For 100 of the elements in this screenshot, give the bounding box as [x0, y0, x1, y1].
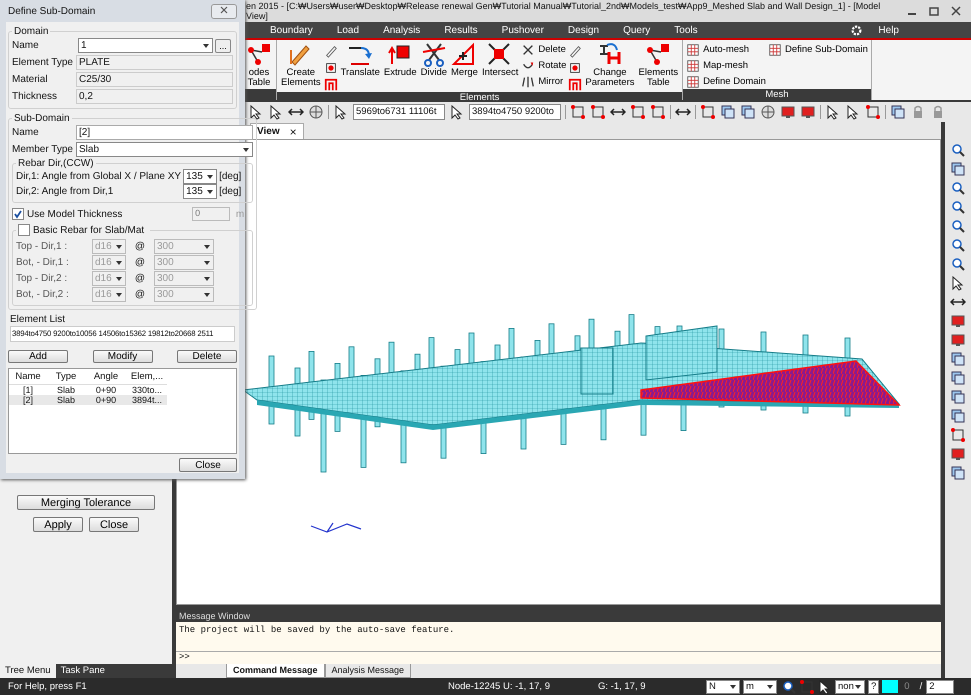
maximize-icon[interactable]	[929, 6, 939, 16]
cursor-arrow-icon[interactable]	[333, 104, 349, 120]
ribbon-button[interactable]: Divide	[420, 42, 448, 78]
frame-icon[interactable]	[568, 78, 582, 92]
checkbox[interactable]	[12, 208, 24, 220]
stacked-boxes-icon[interactable]	[950, 351, 966, 367]
cursor-arrow-icon[interactable]	[248, 104, 264, 120]
frame-nodes-icon[interactable]	[950, 427, 966, 443]
checkbox-label[interactable]: Use Model Thickness	[27, 208, 122, 220]
filter-dropdown[interactable]: non	[835, 680, 865, 694]
message-tab[interactable]: Analysis Message	[324, 664, 412, 678]
ribbon-button[interactable]: Merge	[450, 42, 479, 78]
stacked-boxes-icon[interactable]	[950, 370, 966, 386]
apply-button[interactable]: Apply	[33, 517, 83, 532]
ribbon-button[interactable]: Define Sub-Domain	[768, 42, 868, 57]
pen-icon[interactable]	[568, 44, 582, 58]
globe-icon[interactable]	[308, 104, 324, 120]
ribbon-button[interactable]: Map-mesh	[686, 58, 766, 73]
help-button[interactable]: ?	[868, 680, 880, 694]
menu-item[interactable]: Query	[611, 24, 662, 36]
screen-icon[interactable]	[950, 446, 966, 462]
view-tab[interactable]: View ×	[250, 123, 304, 139]
ribbon-button[interactable]: Change Parameters	[584, 42, 636, 89]
checkbox[interactable]	[18, 224, 30, 236]
stacked-boxes-icon[interactable]	[720, 104, 736, 120]
message-tab[interactable]: Command Message	[226, 664, 325, 678]
close-button[interactable]: Close	[89, 517, 139, 532]
angle-dropdown[interactable]: 135	[183, 184, 218, 199]
menu-item[interactable]: Tools	[662, 24, 710, 36]
ribbon-button[interactable]: Translate	[340, 42, 381, 78]
ribbon-button[interactable]: odes Table	[245, 42, 273, 89]
checkbox-label[interactable]: Basic Rebar for Slab/Mat	[33, 224, 144, 236]
frame-nodes-icon[interactable]	[590, 104, 606, 120]
square-nodes-icon[interactable]	[568, 61, 582, 75]
table-row[interactable]: [2] Slab 0+90 3894t...	[9, 395, 167, 405]
zoom-icon[interactable]	[950, 142, 966, 158]
square-nodes-icon[interactable]	[324, 61, 338, 75]
frame-icon[interactable]	[324, 78, 338, 92]
table-row[interactable]: [1] Slab 0+90 330to...	[9, 385, 167, 395]
globe-icon[interactable]	[760, 104, 776, 120]
color-swatch[interactable]	[882, 680, 898, 693]
frame-nodes-icon[interactable]	[799, 678, 815, 694]
force-unit-dropdown[interactable]: N	[706, 680, 740, 694]
browse-button[interactable]: ...	[215, 38, 231, 52]
cursor-arrow-icon[interactable]	[825, 104, 841, 120]
cursor-arrow-icon[interactable]	[268, 104, 284, 120]
frame-nodes-icon[interactable]	[865, 104, 881, 120]
page-total-field[interactable]: 2	[926, 680, 954, 694]
domain-dropdown[interactable]: 1	[78, 38, 213, 53]
menu-item[interactable]: Pushover	[490, 24, 556, 36]
dialog-button[interactable]: Add	[8, 350, 68, 363]
thickness-input-field[interactable]: 0	[192, 207, 230, 221]
close-button[interactable]: Close	[179, 458, 237, 472]
screen-icon[interactable]	[780, 104, 796, 120]
screen-icon[interactable]	[800, 104, 816, 120]
tab-close-button[interactable]: ×	[290, 124, 297, 138]
screen-icon[interactable]	[950, 313, 966, 329]
cursor-arrow-icon[interactable]	[845, 104, 861, 120]
menu-item[interactable]: Analysis	[371, 24, 432, 36]
ribbon-button[interactable]: Auto-mesh	[686, 42, 766, 57]
dialog-button[interactable]: Modify	[92, 350, 152, 363]
pen-icon[interactable]	[324, 44, 338, 58]
zoom-icon[interactable]	[950, 237, 966, 253]
zoom-icon[interactable]	[950, 256, 966, 272]
stacked-boxes-icon[interactable]	[950, 389, 966, 405]
ribbon-button[interactable]: Mirror	[521, 74, 566, 89]
cursor-arrow-icon[interactable]	[817, 678, 833, 694]
merging-tolerance-button[interactable]: Merging Tolerance	[17, 495, 155, 510]
column-header[interactable]: Type	[47, 371, 85, 382]
frame-nodes-icon[interactable]	[630, 104, 646, 120]
menu-item[interactable]: Boundary	[258, 24, 325, 36]
ribbon-button[interactable]: Intersect	[480, 42, 520, 78]
column-header[interactable]: Angle	[85, 371, 127, 382]
stacked-boxes-icon[interactable]	[950, 465, 966, 481]
close-icon[interactable]	[951, 6, 961, 16]
frame-nodes-icon[interactable]	[570, 104, 586, 120]
name-input-field[interactable]: [2]	[76, 125, 254, 140]
member-type-dropdown[interactable]: Slab	[76, 142, 254, 157]
selection-field[interactable]: 5969to6731 11106t	[353, 104, 445, 120]
ribbon-button[interactable]: Create Elements	[280, 42, 322, 89]
zoom-icon[interactable]	[950, 218, 966, 234]
help-menu[interactable]: Help	[866, 24, 911, 36]
menu-item[interactable]: Results	[432, 24, 490, 36]
zoom-icon[interactable]	[781, 678, 797, 694]
panel-tab[interactable]: Tree Menu	[0, 664, 56, 678]
stacked-boxes-icon[interactable]	[950, 161, 966, 177]
cursor-arrow-icon[interactable]	[449, 104, 465, 120]
zoom-icon[interactable]	[950, 199, 966, 215]
ribbon-button[interactable]: Extrude	[382, 42, 418, 78]
column-header[interactable]: Elem,...	[127, 371, 167, 382]
frame-nodes-icon[interactable]	[650, 104, 666, 120]
angle-dropdown[interactable]: 135	[183, 169, 218, 184]
selection-field[interactable]: 3894to4750 9200to	[469, 104, 561, 120]
cursor-arrow-icon[interactable]	[950, 275, 966, 291]
dialog-button[interactable]: Delete	[177, 350, 237, 363]
command-prompt[interactable]: >>	[179, 652, 190, 662]
screen-icon[interactable]	[950, 332, 966, 348]
ribbon-button[interactable]: Rotate	[521, 58, 566, 73]
ribbon-button[interactable]: Delete	[521, 42, 566, 57]
menu-item[interactable]: Load	[324, 24, 372, 36]
